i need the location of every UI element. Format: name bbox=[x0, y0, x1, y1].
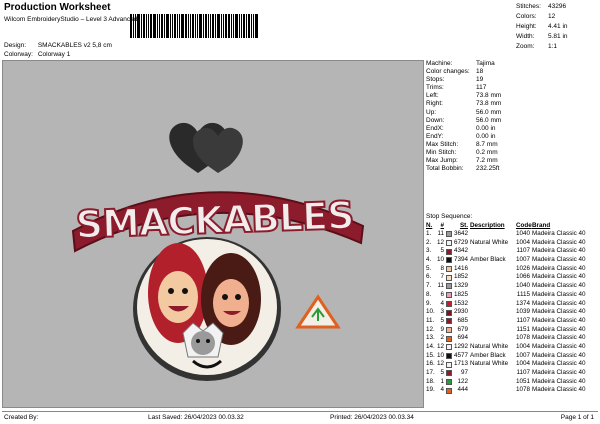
color-swatch bbox=[446, 326, 454, 335]
machine-row: Left: 73.8 mm bbox=[426, 92, 502, 100]
color-swatch bbox=[446, 247, 454, 256]
machine-row: Max Jump: 7.2 mm bbox=[426, 157, 498, 165]
stat-row: Height: 4.41 in bbox=[516, 23, 568, 30]
stop-sequence-row: 6. 7 1852 1066 Madeira Classic 40 bbox=[426, 273, 586, 282]
colorway-label: Colorway: bbox=[4, 51, 33, 58]
stat-row: Colors: 12 bbox=[516, 13, 556, 20]
design-stats: Stitches: 43296 Colors: 12 Height: 4.41 in … bbox=[516, 2, 598, 52]
stop-sequence-row: 11. 5 685 1107 Madeira Classic 40 bbox=[426, 316, 586, 326]
page-title: Production Worksheet bbox=[4, 2, 111, 13]
color-swatch bbox=[446, 317, 454, 326]
color-swatch bbox=[446, 230, 454, 239]
leaf-warning-icon bbox=[295, 294, 341, 329]
stop-sequence-title: Stop Sequence: bbox=[426, 213, 473, 220]
color-swatch bbox=[446, 265, 454, 274]
stop-sequence-row: 16. 12 1713 Natural White 1004 Madeira Classi… bbox=[426, 360, 586, 369]
hearts-icon bbox=[169, 122, 243, 173]
machine-row: Right: 73.8 mm bbox=[426, 100, 502, 108]
design-preview-canvas[interactable]: SMACKABLES bbox=[2, 60, 424, 408]
stop-sequence-row: 4. 10 7394 Amber Black 1007 Madeira Classic 4… bbox=[426, 256, 586, 265]
machine-row: Machine: Tajima bbox=[426, 60, 495, 67]
color-swatch bbox=[446, 273, 454, 282]
machine-row: Max Stitch: 8.7 mm bbox=[426, 140, 498, 148]
stop-sequence-header: N. # St. Description Code Brand bbox=[426, 222, 551, 229]
machine-row: Min Stitch: 0.2 mm bbox=[426, 149, 498, 157]
color-swatch bbox=[446, 334, 454, 343]
color-swatch bbox=[446, 291, 454, 300]
last-saved: Last Saved: 26/04/2023 00.03.32 bbox=[148, 413, 244, 421]
stat-row: Width: 5.81 in bbox=[516, 33, 568, 40]
software-subtitle: Wilcom EmbroideryStudio – Level 3 Advanc… bbox=[4, 16, 138, 23]
stop-sequence-row: 12. 9 679 1151 Madeira Classic 40 bbox=[426, 325, 586, 335]
page-number: Page 1 of 1 bbox=[560, 413, 594, 421]
color-swatch bbox=[446, 352, 454, 361]
machine-row: Total Bobbin: 232.25ft bbox=[426, 165, 500, 173]
design-name: SMACKABLES v2 5,8 cm bbox=[37, 42, 112, 49]
design-row: Design: SMACKABLES v2 5,8 cm bbox=[4, 42, 112, 49]
stat-row: Zoom: 1:1 bbox=[516, 43, 558, 50]
stop-sequence-row: 1. 11 3642 1040 Madeira Classic 40 bbox=[426, 230, 586, 239]
barcode bbox=[130, 14, 270, 38]
machine-row: Trims: 117 bbox=[426, 84, 487, 92]
color-swatch bbox=[446, 369, 454, 378]
color-swatch bbox=[446, 343, 454, 352]
stop-sequence-row: 14. 12 1292 Natural White 1004 Madeira Classi… bbox=[426, 342, 586, 352]
stop-sequence-row: 15. 10 4577 Amber Black 1007 Madeira Classic … bbox=[426, 351, 586, 361]
stop-sequence-row: 13. 2 694 1078 Madeira Classic 40 bbox=[426, 334, 586, 343]
footer: Created By: Last Saved: 26/04/2023 00.03… bbox=[2, 411, 598, 422]
stop-sequence-table: N. # St. Description Code Brand 1. 11 3642… bbox=[426, 222, 598, 395]
color-swatch bbox=[446, 386, 454, 395]
machine-row: EndY: 0.00 in bbox=[426, 132, 496, 140]
stop-sequence-rows: 1. 11 3642 1040 Madeira Classic 40 2. 12 6729 Na… bbox=[426, 230, 598, 395]
design-label: Design: bbox=[4, 42, 27, 49]
printed-date: Printed: 26/04/2023 00.03.34 bbox=[330, 413, 414, 421]
stop-sequence-row: 7. 11 1329 1040 Madeira Classic 40 bbox=[426, 282, 586, 291]
color-swatch bbox=[446, 256, 454, 265]
created-by: Created By: bbox=[4, 413, 39, 421]
stop-sequence-row: 3. 5 4342 1107 Madeira Classic 40 bbox=[426, 247, 586, 256]
color-swatch bbox=[446, 308, 454, 317]
machine-row: Down: 56.0 mm bbox=[426, 116, 502, 124]
color-swatch bbox=[446, 300, 454, 309]
machine-row: Color changes: 18 bbox=[426, 68, 484, 76]
colorway-row: Colorway: Colorway 1 bbox=[4, 51, 70, 58]
character-portrait-badge bbox=[133, 237, 281, 381]
stop-sequence-row: 9. 4 1532 1374 Madeira Classic 40 bbox=[426, 299, 586, 309]
stop-sequence-row: 17. 5 97 1107 Madeira Classic 40 bbox=[426, 369, 586, 378]
stop-sequence-row: 2. 12 6729 Natural White 1004 Madeira Classic… bbox=[426, 238, 586, 248]
stop-sequence-row: 8. 6 1825 1115 Madeira Classic 40 bbox=[426, 290, 586, 300]
stop-sequence-row: 18. 1 122 1051 Madeira Classic 40 bbox=[426, 377, 586, 387]
colorway-name: Colorway 1 bbox=[37, 51, 71, 58]
color-swatch bbox=[446, 360, 454, 369]
stop-sequence-row: 19. 4 444 1078 Madeira Classic 40 bbox=[426, 386, 586, 395]
stop-sequence-row: 5. 8 1416 1026 Madeira Classic 40 bbox=[426, 264, 586, 274]
color-swatch bbox=[446, 239, 454, 248]
stat-row: Stitches: 43296 bbox=[516, 3, 567, 10]
machine-info-panel: Machine: Tajima Color changes: 18 Stops: 19… bbox=[426, 60, 598, 173]
embroidery-design-preview: SMACKABLES bbox=[71, 122, 365, 381]
color-swatch bbox=[446, 378, 454, 387]
machine-row: Stops: 19 bbox=[426, 76, 484, 84]
stop-sequence-row: 10. 3 2930 1039 Madeira Classic 40 bbox=[426, 308, 586, 317]
machine-row: EndX: 0.00 in bbox=[426, 124, 496, 132]
color-swatch bbox=[446, 282, 454, 291]
machine-row: Up: 56.0 mm bbox=[426, 108, 502, 116]
